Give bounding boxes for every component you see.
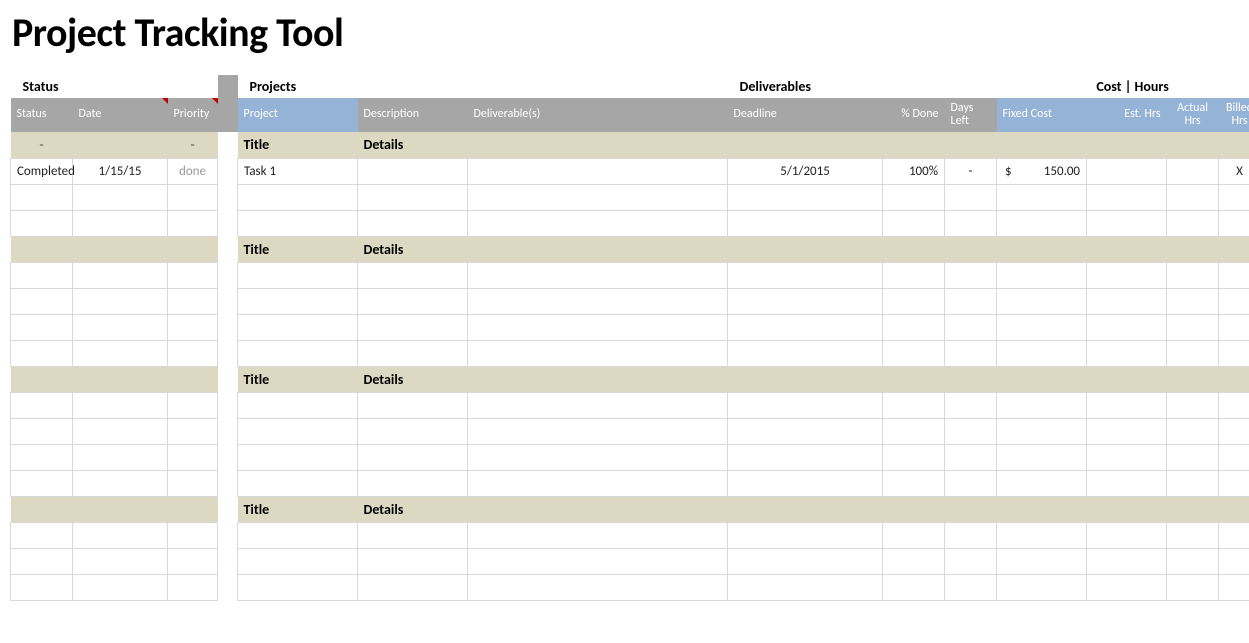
- tracking-table: Status Projects Deliverables Cost | Hour…: [10, 75, 1249, 601]
- col-days-left[interactable]: Days Left: [945, 98, 997, 132]
- table-row[interactable]: [11, 548, 1249, 574]
- col-priority[interactable]: Priority: [168, 98, 218, 132]
- cell-project[interactable]: Task 1: [238, 158, 358, 184]
- group-status: Status: [11, 75, 218, 98]
- group-deliverables: Deliverables: [728, 75, 997, 98]
- section-title-row: Title Details: [11, 496, 1249, 522]
- table-row[interactable]: [11, 574, 1249, 600]
- group-header-row: Status Projects Deliverables Cost | Hour…: [11, 75, 1249, 98]
- cell-deadline[interactable]: 5/1/2015: [728, 158, 883, 184]
- table-row[interactable]: [11, 444, 1249, 470]
- col-fixed-cost[interactable]: Fixed Cost: [997, 98, 1087, 132]
- section-title-row: Title Details: [11, 366, 1249, 392]
- table-row[interactable]: [11, 340, 1249, 366]
- cell-date[interactable]: 1/15/15: [73, 158, 168, 184]
- col-actual-hrs[interactable]: Actual Hrs: [1167, 98, 1219, 132]
- col-date[interactable]: Date: [73, 98, 168, 132]
- table-row[interactable]: [11, 184, 1249, 210]
- cell-description[interactable]: [358, 158, 468, 184]
- cell-days-left[interactable]: -: [945, 158, 997, 184]
- col-status[interactable]: Status: [11, 98, 73, 132]
- table-row[interactable]: [11, 314, 1249, 340]
- section-details-label[interactable]: Details: [358, 132, 1249, 158]
- cell-priority[interactable]: done: [168, 158, 218, 184]
- col-description[interactable]: Description: [358, 98, 468, 132]
- cell-pct-done[interactable]: 100%: [883, 158, 945, 184]
- col-project[interactable]: Project: [238, 98, 358, 132]
- table-row[interactable]: Completed 1/15/15 done Task 1 5/1/2015 1…: [11, 158, 1249, 184]
- cell-billed-hrs[interactable]: X: [1219, 158, 1249, 184]
- col-est-hrs[interactable]: Est. Hrs: [1087, 98, 1167, 132]
- section-title-row: - - Title Details: [11, 132, 1249, 158]
- table-row[interactable]: [11, 418, 1249, 444]
- col-deliverable[interactable]: Deliverable(s): [468, 98, 728, 132]
- column-header-row: Status Date Priority Project Description…: [11, 98, 1249, 132]
- table-row[interactable]: [11, 288, 1249, 314]
- section-title-row: Title Details: [11, 236, 1249, 262]
- col-pct-done[interactable]: % Done: [883, 98, 945, 132]
- table-row[interactable]: [11, 210, 1249, 236]
- cell-status[interactable]: Completed: [11, 158, 73, 184]
- col-billed-hrs[interactable]: Billed Hrs: [1219, 98, 1249, 132]
- cell-est-hrs[interactable]: [1087, 158, 1167, 184]
- table-row[interactable]: [11, 392, 1249, 418]
- section-title-label[interactable]: Title: [238, 132, 358, 158]
- cell-deliverable[interactable]: [468, 158, 728, 184]
- cell-fixed-cost[interactable]: $ 150.00: [997, 158, 1087, 184]
- col-deadline[interactable]: Deadline: [728, 98, 883, 132]
- table-row[interactable]: [11, 470, 1249, 496]
- table-row[interactable]: [11, 522, 1249, 548]
- group-cost-hours: Cost | Hours: [997, 75, 1249, 98]
- table-row[interactable]: [11, 262, 1249, 288]
- cell-actual-hrs[interactable]: [1167, 158, 1219, 184]
- page-title: Project Tracking Tool: [12, 8, 1239, 57]
- group-projects: Projects: [238, 75, 728, 98]
